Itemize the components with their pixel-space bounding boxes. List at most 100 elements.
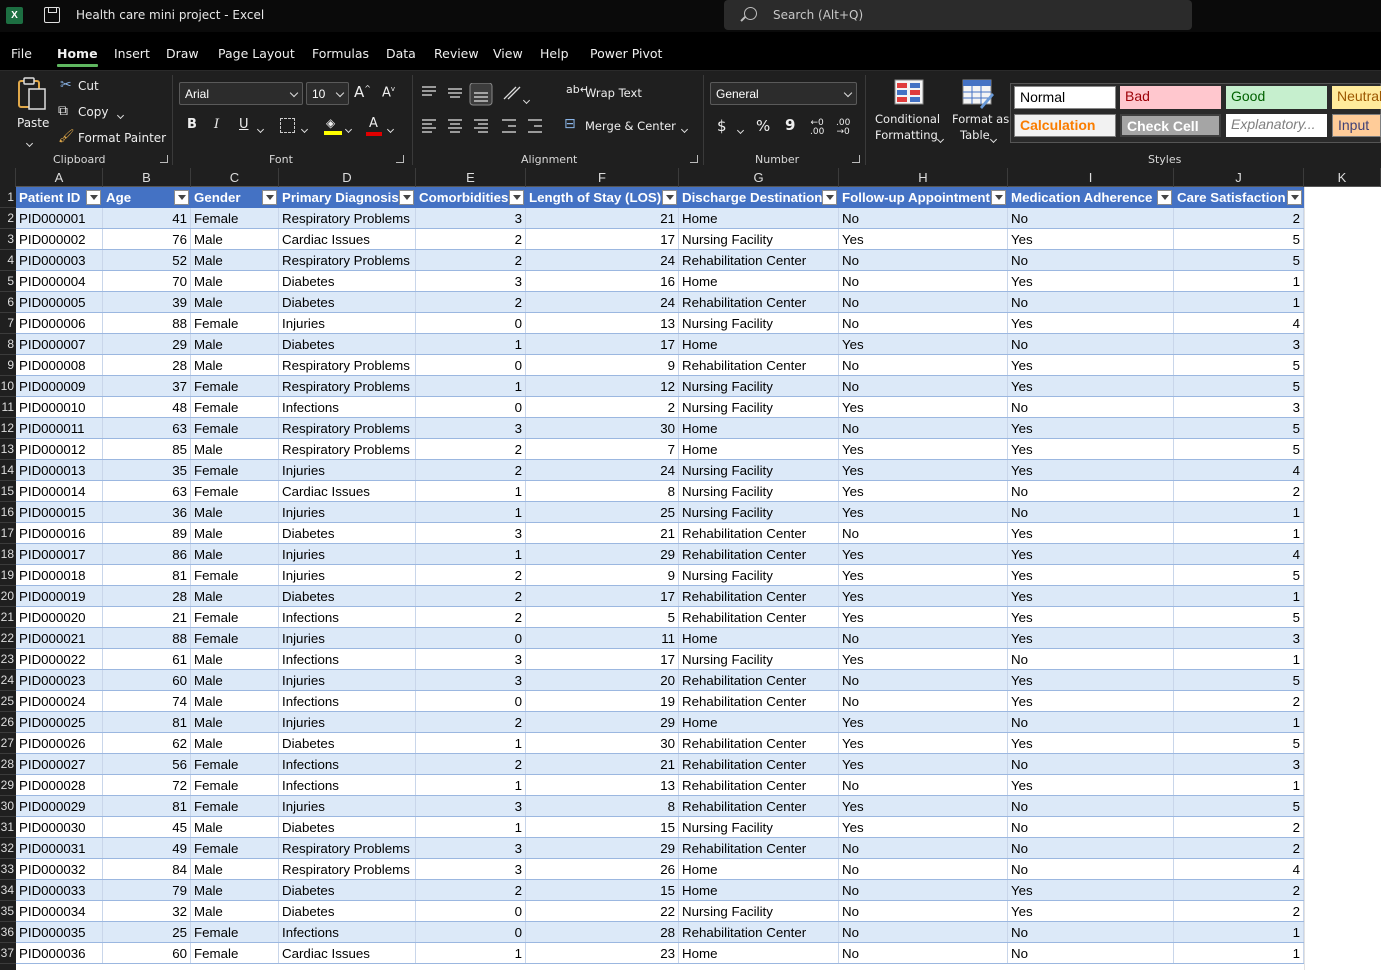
table-cell[interactable]: 36 [103,502,191,523]
table-cell[interactable]: PID000025 [16,712,103,733]
table-cell[interactable]: 2 [1174,481,1304,502]
style-normal[interactable]: Normal [1014,86,1116,109]
tab-review[interactable]: Review [434,46,479,61]
table-cell[interactable]: Male [191,901,279,922]
table-cell[interactable]: 2 [416,292,526,313]
column-header-d[interactable]: D [279,168,416,187]
table-cell[interactable]: Home [679,943,839,964]
table-cell[interactable]: Yes [1008,355,1174,376]
table-cell[interactable]: 84 [103,859,191,880]
table-cell[interactable]: Infections [279,607,416,628]
dialog-launcher-icon[interactable] [690,155,698,163]
table-cell[interactable]: 3 [416,796,526,817]
table-cell[interactable]: 0 [416,628,526,649]
table-cell[interactable]: 1 [416,334,526,355]
table-cell[interactable]: Yes [1008,376,1174,397]
filter-dropdown-icon[interactable] [1287,190,1302,205]
table-cell[interactable]: No [839,418,1008,439]
filter-dropdown-icon[interactable] [509,190,524,205]
table-cell[interactable]: PID000018 [16,565,103,586]
row-header[interactable]: 32 [0,838,16,859]
style-explanatory[interactable]: Explanatory... [1226,114,1327,137]
table-cell[interactable]: PID000013 [16,460,103,481]
table-cell[interactable]: 37 [103,376,191,397]
row-header[interactable]: 35 [0,901,16,922]
table-cell[interactable]: 72 [103,775,191,796]
table-cell[interactable]: 26 [526,859,679,880]
table-cell[interactable]: 60 [103,670,191,691]
underline-button[interactable]: U [239,117,249,132]
table-cell[interactable]: 52 [103,250,191,271]
row-header[interactable]: 13 [0,439,16,460]
table-cell[interactable]: Yes [1008,460,1174,481]
table-cell[interactable]: Yes [839,607,1008,628]
column-header-k[interactable]: K [1304,168,1381,187]
table-cell[interactable]: PID000002 [16,229,103,250]
row-header[interactable]: 5 [0,271,16,292]
table-cell[interactable]: 17 [526,586,679,607]
table-cell[interactable]: 5 [1174,376,1304,397]
format-as-table-button[interactable]: Format as Table [950,77,1009,149]
column-header-a[interactable]: A [16,168,103,187]
table-cell[interactable]: 74 [103,691,191,712]
table-cell[interactable]: Diabetes [279,334,416,355]
table-cell[interactable]: 28 [526,922,679,943]
row-header[interactable]: 18 [0,544,16,565]
table-cell[interactable]: PID000004 [16,271,103,292]
table-cell[interactable]: PID000033 [16,880,103,901]
row-header[interactable]: 33 [0,859,16,880]
table-cell[interactable]: Rehabilitation Center [679,607,839,628]
table-cell[interactable]: PID000012 [16,439,103,460]
row-header[interactable]: 12 [0,418,16,439]
table-cell[interactable]: No [1008,754,1174,775]
table-cell[interactable]: Female [191,838,279,859]
table-cell[interactable]: Nursing Facility [679,481,839,502]
table-cell[interactable]: Diabetes [279,586,416,607]
table-cell[interactable]: 81 [103,565,191,586]
table-cell[interactable]: PID000011 [16,418,103,439]
table-cell[interactable]: PID000032 [16,859,103,880]
table-cell[interactable]: PID000016 [16,523,103,544]
table-cell[interactable]: 30 [526,733,679,754]
table-cell[interactable]: Yes [1008,565,1174,586]
table-cell[interactable]: 1 [416,502,526,523]
row-header[interactable]: 6 [0,292,16,313]
table-cell[interactable]: 29 [526,712,679,733]
table-cell[interactable]: Diabetes [279,733,416,754]
table-cell[interactable]: 1 [416,481,526,502]
table-cell[interactable]: Nursing Facility [679,313,839,334]
table-cell[interactable]: Yes [1008,880,1174,901]
table-cell[interactable]: Yes [1008,586,1174,607]
decrease-decimal-icon[interactable]: .00 →0 [836,119,850,137]
table-cell[interactable]: Rehabilitation Center [679,691,839,712]
filter-dropdown-icon[interactable] [822,190,837,205]
table-cell[interactable]: Yes [1008,901,1174,922]
table-cell[interactable]: 9 [526,565,679,586]
style-input[interactable]: Input [1332,114,1381,137]
table-cell[interactable]: Home [679,439,839,460]
table-cell[interactable]: PID000027 [16,754,103,775]
table-cell[interactable]: Yes [1008,418,1174,439]
table-cell[interactable]: 1 [1174,523,1304,544]
table-cell[interactable]: Cardiac Issues [279,943,416,964]
table-cell[interactable]: Male [191,355,279,376]
table-cell[interactable]: 21 [526,208,679,229]
row-header[interactable]: 23 [0,649,16,670]
table-cell[interactable]: Yes [1008,313,1174,334]
table-cell[interactable]: Injuries [279,670,416,691]
table-cell[interactable]: Rehabilitation Center [679,922,839,943]
table-cell[interactable]: Male [191,523,279,544]
table-cell[interactable]: Infections [279,649,416,670]
table-cell[interactable]: 1 [1174,922,1304,943]
cut-button[interactable]: ✂ Cut [58,77,118,97]
table-cell[interactable]: 3 [416,271,526,292]
table-cell[interactable]: 1 [416,544,526,565]
table-cell[interactable]: PID000001 [16,208,103,229]
row-header[interactable]: 31 [0,817,16,838]
table-cell[interactable]: 3 [416,418,526,439]
table-cell[interactable]: Yes [1008,271,1174,292]
table-cell[interactable]: Yes [1008,229,1174,250]
table-cell[interactable]: 13 [526,775,679,796]
table-cell[interactable]: PID000034 [16,901,103,922]
tab-file[interactable]: File [11,46,32,61]
